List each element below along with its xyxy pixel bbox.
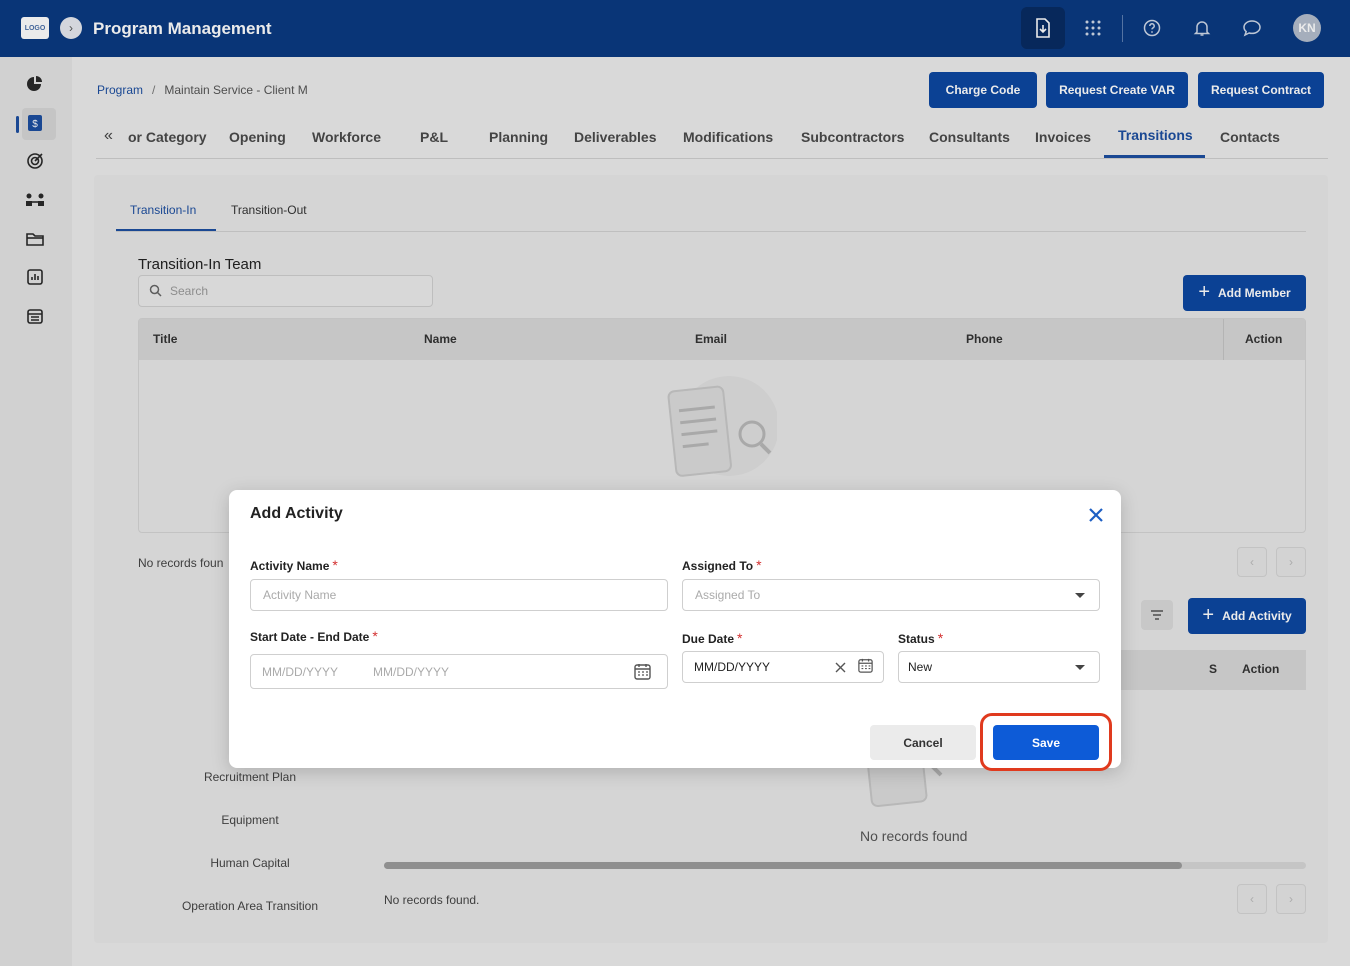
calendar-icon[interactable] [634, 663, 651, 685]
due-date-label-text: Due Date [682, 632, 735, 646]
activity-name-label-text: Activity Name [250, 559, 330, 573]
date-range-label-text: Start Date - End Date [250, 630, 370, 644]
calendar-icon[interactable] [858, 658, 873, 678]
assigned-to-label-text: Assigned To [682, 559, 754, 573]
end-date-placeholder: MM/DD/YYYY [373, 665, 450, 679]
due-date-input[interactable]: MM/DD/YYYY [682, 651, 884, 683]
assigned-to-select[interactable]: Assigned To [682, 579, 1100, 611]
dropdown-caret-icon [1075, 593, 1085, 598]
status-value: New [908, 660, 933, 674]
date-range-label: Start Date - End Date * [250, 628, 378, 644]
assigned-to-placeholder: Assigned To [695, 588, 761, 602]
close-icon[interactable] [1086, 505, 1106, 525]
save-button[interactable]: Save [993, 725, 1099, 760]
clear-icon[interactable] [835, 660, 846, 678]
dropdown-caret-icon [1075, 665, 1085, 670]
start-date-placeholder: MM/DD/YYYY [262, 665, 339, 679]
modal-backdrop [0, 0, 1350, 966]
required-mark: * [937, 630, 944, 646]
add-activity-dialog: Add Activity Activity Name * Activity Nam… [229, 490, 1121, 771]
required-mark: * [372, 628, 378, 644]
activity-name-input[interactable]: Activity Name [250, 579, 668, 611]
dialog-title: Add Activity [250, 505, 343, 522]
status-select[interactable]: New [898, 651, 1100, 683]
assigned-to-label: Assigned To * [682, 557, 762, 573]
required-mark: * [756, 557, 762, 573]
required-mark: * [332, 557, 338, 573]
due-date-value: MM/DD/YYYY [694, 660, 771, 674]
date-range-picker[interactable]: MM/DD/YYYY MM/DD/YYYY [250, 654, 668, 689]
activity-name-label: Activity Name * [250, 557, 338, 573]
cancel-button[interactable]: Cancel [870, 725, 976, 760]
required-mark: * [737, 630, 743, 646]
status-label-text: Status [898, 632, 935, 646]
due-date-label: Due Date * [682, 630, 742, 646]
status-label: Status * [898, 630, 943, 646]
activity-name-placeholder: Activity Name [263, 588, 337, 602]
